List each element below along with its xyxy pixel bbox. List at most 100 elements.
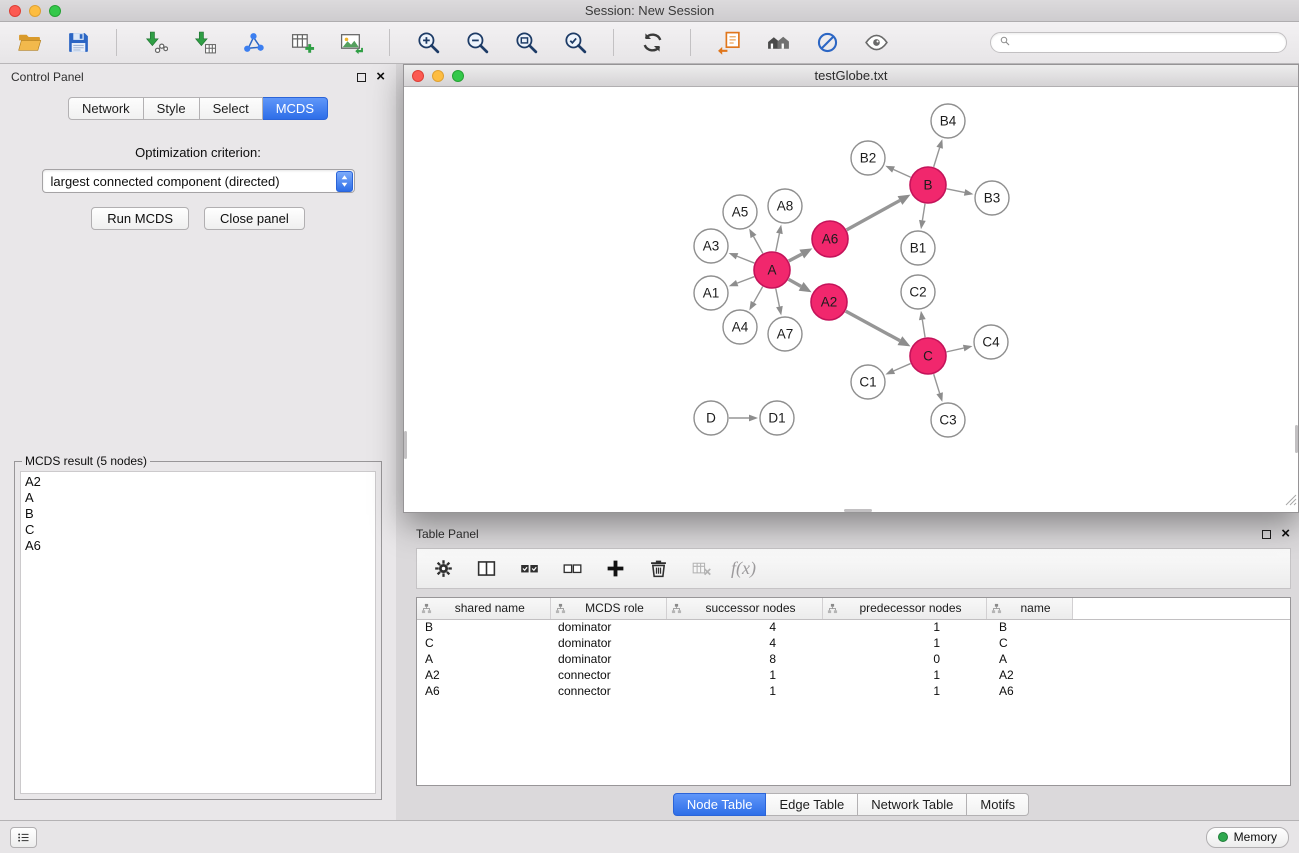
new-network-icon[interactable]	[236, 27, 270, 59]
network-node-A8[interactable]: A8	[768, 189, 802, 223]
network-node-B3[interactable]: B3	[975, 181, 1009, 215]
float-panel-icon[interactable]	[357, 73, 366, 82]
network-node-C3[interactable]: C3	[931, 403, 965, 437]
result-item-b[interactable]: B	[25, 506, 371, 522]
criterion-dropdown[interactable]: largest connected component (directed)	[42, 169, 355, 193]
network-node-A5[interactable]: A5	[723, 195, 757, 229]
vertical-scrollbar-left[interactable]	[404, 431, 407, 459]
network-node-A3[interactable]: A3	[694, 229, 728, 263]
columns-icon[interactable]	[473, 556, 499, 582]
tab-style[interactable]: Style	[144, 97, 200, 120]
network-node-A[interactable]: A	[754, 252, 790, 288]
edge-A-A8[interactable]	[776, 225, 783, 252]
close-table-panel-icon[interactable]: ×	[1281, 529, 1290, 539]
table-row[interactable]: A2connector11A2	[417, 667, 1290, 683]
tab-mcds[interactable]: MCDS	[263, 97, 328, 120]
network-node-C2[interactable]: C2	[901, 275, 935, 309]
trash-icon[interactable]	[645, 556, 671, 582]
gear-icon[interactable]	[430, 556, 456, 582]
show-hide-icon[interactable]	[859, 27, 893, 59]
float-table-panel-icon[interactable]	[1262, 530, 1271, 539]
zoom-in-icon[interactable]	[411, 27, 445, 59]
edge-C-C1[interactable]	[885, 364, 910, 375]
edge-A-A4[interactable]	[749, 287, 762, 311]
tab-network[interactable]: Network	[68, 97, 144, 120]
edge-A-A3[interactable]	[729, 253, 755, 263]
network-node-C1[interactable]: C1	[851, 365, 885, 399]
column-header-name[interactable]: name	[986, 598, 1072, 619]
column-header-shared-name[interactable]: shared name	[417, 598, 550, 619]
column-header-mcds-role[interactable]: MCDS role	[550, 598, 666, 619]
edge-A-A2[interactable]	[789, 279, 812, 292]
edge-A-A5[interactable]	[749, 229, 763, 254]
edge-A2-C[interactable]	[846, 311, 911, 346]
network-node-D1[interactable]: D1	[760, 401, 794, 435]
zoom-fit-icon[interactable]	[509, 27, 543, 59]
select-all-icon[interactable]	[516, 556, 542, 582]
close-window-button[interactable]	[9, 5, 21, 17]
toggle-graphics-details-icon[interactable]	[810, 27, 844, 59]
import-network-icon[interactable]	[138, 27, 172, 59]
network-canvas[interactable]: B4 B2 B B3 A5 A8 A6 A3 B1 A C2 A1 A2 A4 A7 C4 C C1 C3 D D1	[404, 87, 1298, 512]
network-node-B1[interactable]: B1	[901, 231, 935, 265]
column-header-predecessor-nodes[interactable]: predecessor nodes	[822, 598, 986, 619]
network-close-button[interactable]	[412, 70, 424, 82]
import-table-icon[interactable]	[187, 27, 221, 59]
edge-B-B4[interactable]	[934, 139, 943, 167]
unselect-all-icon[interactable]	[559, 556, 585, 582]
edge-A-A1[interactable]	[729, 277, 754, 287]
result-item-a[interactable]: A	[25, 490, 371, 506]
network-node-A1[interactable]: A1	[694, 276, 728, 310]
task-history-button[interactable]	[10, 827, 37, 848]
network-node-B4[interactable]: B4	[931, 104, 965, 138]
horizontal-scrollbar[interactable]	[844, 509, 872, 512]
memory-button[interactable]: Memory	[1206, 827, 1289, 848]
edge-B-B1[interactable]	[919, 204, 926, 229]
close-panel-icon[interactable]: ×	[376, 72, 385, 82]
tab-node-table[interactable]: Node Table	[673, 793, 767, 816]
run-mcds-button[interactable]: Run MCDS	[91, 207, 189, 230]
network-minimize-button[interactable]	[432, 70, 444, 82]
table-row[interactable]: Adominator80A	[417, 651, 1290, 667]
table-row[interactable]: Bdominator41B	[417, 619, 1290, 635]
result-item-a6[interactable]: A6	[25, 538, 371, 554]
export-image-icon[interactable]	[334, 27, 368, 59]
edge-C-C3[interactable]	[934, 374, 943, 402]
edge-A-A7[interactable]	[776, 289, 783, 316]
network-node-A6[interactable]: A6	[812, 221, 848, 257]
network-node-C[interactable]: C	[910, 338, 946, 374]
open-session-icon[interactable]	[712, 27, 746, 59]
network-zoom-button[interactable]	[452, 70, 464, 82]
zoom-window-button[interactable]	[49, 5, 61, 17]
network-node-B[interactable]: B	[910, 167, 946, 203]
vertical-scrollbar-right[interactable]	[1295, 425, 1298, 453]
table-row[interactable]: A6connector11A6	[417, 683, 1290, 699]
tab-network-table[interactable]: Network Table	[858, 793, 967, 816]
network-node-C4[interactable]: C4	[974, 325, 1008, 359]
network-node-A2[interactable]: A2	[811, 284, 847, 320]
column-header-successor-nodes[interactable]: successor nodes	[666, 598, 822, 619]
network-node-A4[interactable]: A4	[723, 310, 757, 344]
result-item-c[interactable]: C	[25, 522, 371, 538]
network-node-D[interactable]: D	[694, 401, 728, 435]
tab-select[interactable]: Select	[200, 97, 263, 120]
zoom-selected-icon[interactable]	[558, 27, 592, 59]
home-icon[interactable]	[761, 27, 795, 59]
edge-B-B3[interactable]	[947, 189, 974, 196]
function-builder-icon[interactable]: f(x)	[731, 558, 756, 579]
edge-C-C4[interactable]	[947, 345, 973, 352]
edge-A-A6[interactable]	[789, 248, 813, 261]
table-row[interactable]: Cdominator41C	[417, 635, 1290, 651]
network-window[interactable]: testGlobe.txt B4B2BB3A5A8A6A3B1AC2A1A2A4…	[403, 64, 1299, 513]
search-box[interactable]	[990, 32, 1287, 53]
result-item-a2[interactable]: A2	[25, 474, 371, 490]
edge-D-D1[interactable]	[729, 415, 758, 422]
refresh-network-icon[interactable]	[635, 27, 669, 59]
minimize-window-button[interactable]	[29, 5, 41, 17]
edge-A6-B[interactable]	[847, 195, 911, 230]
network-node-A7[interactable]: A7	[768, 317, 802, 351]
open-file-icon[interactable]	[12, 27, 46, 59]
add-icon[interactable]	[602, 556, 628, 582]
save-session-icon[interactable]	[61, 27, 95, 59]
network-node-B2[interactable]: B2	[851, 141, 885, 175]
